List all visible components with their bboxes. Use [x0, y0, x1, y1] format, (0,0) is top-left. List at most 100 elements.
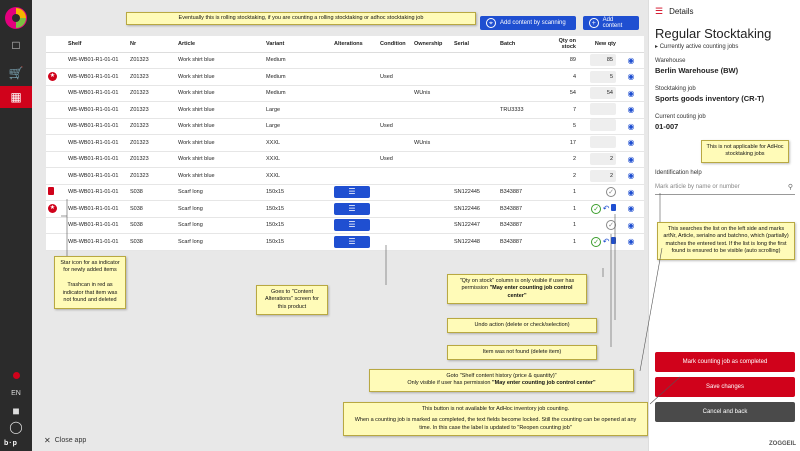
note-star-trash: Star icon for as indicator for newly add… — [54, 256, 126, 309]
new-qty-cell: ✓ ↶ — [578, 200, 618, 218]
cancel-back-button[interactable]: Cancel and back — [655, 402, 795, 422]
nr-cell: Z01323 — [128, 52, 176, 69]
batch-cell — [498, 68, 550, 86]
stocktaking-job-value: Sports goods inventory (CR-T) — [655, 94, 765, 103]
article-cell: Scarf long — [176, 200, 264, 218]
check-icon[interactable]: ✓ — [606, 220, 616, 231]
eye-icon[interactable]: ◉ — [628, 72, 635, 81]
shelf-cell: WB-WB01-R1-01-01 — [66, 233, 128, 251]
details-panel: ☰ Details Regular Stocktaking ▸ Currentl… — [648, 0, 800, 451]
close-app-button[interactable]: ✕ Close app — [44, 436, 86, 445]
eye-icon[interactable]: ◉ — [628, 138, 635, 147]
new-qty-cell: 85 — [578, 52, 618, 69]
flag-icon[interactable] — [0, 372, 32, 381]
note-search-help: This searches the list on the left side … — [657, 222, 795, 260]
eye-icon[interactable]: ◉ — [628, 56, 635, 65]
language-selector[interactable]: EN — [0, 390, 32, 397]
app-logo-icon — [5, 7, 27, 29]
serial-cell — [452, 151, 498, 168]
table-row: ★ WB-WB01-R1-01-01 S038 Scarf long 150x15 ☰ SN… — [46, 200, 644, 218]
check-add-icon[interactable]: ✓ — [591, 236, 602, 247]
new-qty-input[interactable]: 2 — [590, 169, 616, 182]
monitor-icon[interactable]: □ — [0, 34, 32, 56]
new-qty-input[interactable] — [590, 102, 616, 115]
note-qty-on-stock-bold: "May enter counting job control center" — [489, 285, 573, 299]
history-cell: ◉ — [618, 118, 644, 135]
new-qty-input[interactable]: 85 — [590, 54, 616, 67]
search-input[interactable]: Mark article by name or number ⚲ — [655, 182, 795, 195]
condition-cell — [378, 134, 412, 152]
alterations-button[interactable]: ☰ — [334, 219, 370, 232]
serial-cell — [452, 52, 498, 69]
alterations-cell — [332, 101, 378, 119]
ownership-cell — [412, 52, 452, 69]
undo-icon[interactable]: ↶ — [603, 204, 610, 213]
eye-icon[interactable]: ◉ — [628, 237, 635, 246]
table-row: WB-WB01-R1-01-01 S038 Scarf long 150x15 ☰ SN1… — [46, 233, 644, 251]
serial-cell: SN122448 — [452, 233, 498, 251]
alterations-cell — [332, 68, 378, 86]
brand-logo: ZOGGEIL — [769, 441, 796, 447]
variant-cell: 150x15 — [264, 184, 332, 201]
qty-on-stock-cell: 54 — [550, 85, 578, 102]
new-qty-cell — [578, 118, 618, 135]
eye-icon[interactable]: ◉ — [628, 188, 635, 197]
batch-cell — [498, 167, 550, 185]
check-icon[interactable]: ✓ — [606, 187, 616, 198]
save-changes-button[interactable]: Save changes — [655, 377, 795, 397]
delete-icon[interactable] — [611, 203, 616, 211]
eye-icon[interactable]: ◉ — [628, 221, 635, 230]
new-qty-input[interactable] — [590, 119, 616, 132]
history-cell: ◉ — [618, 167, 644, 185]
hamburger-icon[interactable]: ☰ — [655, 6, 663, 17]
mark-completed-button[interactable]: Mark counting job as completed — [655, 352, 795, 372]
table-header-row: Shelf Nr Article Variant Alterations Conditio… — [46, 36, 644, 53]
new-qty-input[interactable]: 2 — [590, 153, 616, 166]
alterations-button[interactable]: ☰ — [334, 235, 370, 248]
variant-cell: 150x15 — [264, 200, 332, 218]
undo-icon[interactable]: ↶ — [603, 237, 610, 246]
shelf-cell: WB-WB01-R1-01-01 — [66, 68, 128, 86]
alterations-cell: ☰ — [332, 200, 378, 218]
article-cell: Work shirt blue — [176, 134, 264, 152]
add-content-scan-button[interactable]: ⌖ Add content by scanning — [480, 16, 576, 30]
plus-icon: + — [589, 18, 599, 28]
new-qty-input[interactable] — [590, 135, 616, 148]
delete-icon[interactable] — [611, 236, 616, 244]
cart-icon[interactable]: 🛒 — [0, 62, 32, 84]
alterations-cell — [332, 151, 378, 168]
qty-on-stock-cell: 17 — [550, 134, 578, 152]
eye-icon[interactable]: ◉ — [628, 105, 635, 114]
add-content-button[interactable]: + Add content — [583, 16, 639, 30]
alterations-button[interactable]: ☰ — [334, 202, 370, 215]
batch-cell: TRU3333 — [498, 101, 550, 119]
alterations-button[interactable]: ☰ — [334, 186, 370, 199]
eye-icon[interactable]: ◉ — [628, 122, 635, 131]
alterations-cell — [332, 134, 378, 152]
eye-icon[interactable]: ◉ — [628, 204, 635, 213]
column-header: Serial — [452, 36, 498, 53]
new-qty-input[interactable]: 54 — [590, 87, 616, 100]
note-alterations: Goes to "Content Alterations" screen for… — [256, 285, 328, 316]
nr-cell: S038 — [128, 217, 176, 234]
alterations-cell — [332, 52, 378, 69]
eye-icon[interactable]: ◉ — [628, 89, 635, 98]
condition-cell — [378, 233, 412, 251]
search-icon: ⚲ — [787, 184, 793, 191]
condition-cell — [378, 167, 412, 185]
help-icon[interactable]: ◯ — [0, 416, 32, 438]
nr-cell: Z01323 — [128, 85, 176, 102]
column-header: Article — [176, 36, 264, 53]
variant-cell: 150x15 — [264, 233, 332, 251]
ownership-cell — [412, 217, 452, 234]
stocktaking-icon[interactable]: ▦ — [0, 86, 32, 108]
new-qty-input[interactable]: 5 — [590, 70, 616, 83]
eye-icon[interactable]: ◉ — [628, 171, 635, 180]
shelf-cell: WB-WB01-R1-01-01 — [66, 151, 128, 168]
check-add-icon[interactable]: ✓ — [591, 203, 602, 214]
eye-icon[interactable]: ◉ — [628, 155, 635, 164]
note-not-applicable: This is not applicable for AdHoc stockta… — [701, 140, 789, 163]
flag-cell — [46, 184, 66, 201]
note-history-line2: Only visible if user has permission "May… — [374, 380, 629, 387]
column-header — [46, 36, 66, 53]
